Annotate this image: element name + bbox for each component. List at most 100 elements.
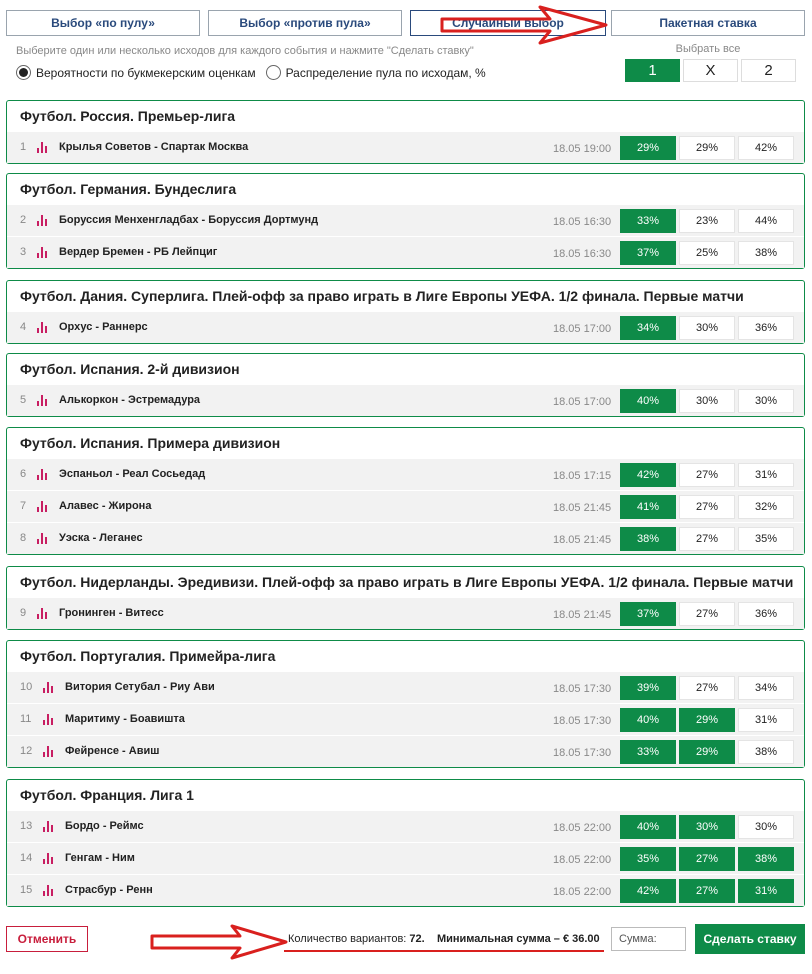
outcome-1-cell[interactable]: 42% [620, 463, 676, 487]
stats-icon[interactable] [43, 746, 55, 757]
radio-pool-distribution-label[interactable]: Распределение пула по исходам, % [286, 66, 486, 80]
outcome-1-cell[interactable]: 42% [620, 879, 676, 903]
outcome-2-cell[interactable]: 31% [738, 708, 794, 732]
outcome-1-cell[interactable]: 33% [620, 740, 676, 764]
event-number: 9 [20, 607, 27, 619]
radio-bookmaker[interactable] [16, 65, 31, 80]
outcome-1-cell[interactable]: 38% [620, 527, 676, 551]
outcome-1-cell[interactable]: 40% [620, 815, 676, 839]
cancel-button[interactable]: Отменить [6, 926, 88, 952]
outcome-1-cell[interactable]: 40% [620, 389, 676, 413]
outcome-x-cell[interactable]: 30% [679, 389, 735, 413]
outcome-x-cell[interactable]: 30% [679, 815, 735, 839]
stats-icon[interactable] [37, 215, 49, 226]
match-time: 18.05 16:30 [553, 248, 612, 260]
outcome-1-cell[interactable]: 41% [620, 495, 676, 519]
stats-icon[interactable] [37, 247, 49, 258]
stats-icon[interactable] [37, 608, 49, 619]
radio-pool-distribution[interactable] [265, 65, 281, 80]
outcome-x-cell[interactable]: 29% [679, 136, 735, 160]
sum-input[interactable] [611, 927, 686, 951]
outcome-2-cell[interactable]: 30% [738, 389, 794, 413]
stats-icon[interactable] [37, 395, 49, 406]
outcome-2-cell[interactable]: 32% [738, 495, 794, 519]
outcome-x-cell[interactable]: 23% [679, 209, 735, 233]
stats-icon[interactable] [43, 682, 55, 693]
stats-icon[interactable] [37, 533, 49, 544]
outcome-x-cell[interactable]: 27% [679, 495, 735, 519]
outcome-x-cell[interactable]: 27% [679, 847, 735, 871]
match-name: Крылья Советов - Спартак Москва [59, 141, 249, 153]
outcome-2-cell[interactable]: 30% [738, 815, 794, 839]
outcome-2-cell[interactable]: 44% [738, 209, 794, 233]
outcome-x-cell[interactable]: 30% [679, 316, 735, 340]
outcome-2-cell[interactable]: 35% [738, 527, 794, 551]
bet-summary: Количество вариантов: 72. Минимальная су… [288, 933, 600, 945]
match-name: Уэска - Леганес [59, 532, 143, 544]
match-time: 18.05 17:30 [553, 683, 612, 695]
match-name: Алавес - Жирона [59, 500, 152, 512]
outcome-1-cell[interactable]: 37% [620, 241, 676, 265]
league-title: Футбол. Германия. Бундеслига [20, 181, 237, 197]
outcome-x-cell[interactable]: 27% [679, 879, 735, 903]
league-section: Футбол. Дания. Суперлига. Плей-офф за пр… [6, 280, 805, 344]
outcome-x-cell[interactable]: 27% [679, 527, 735, 551]
stats-icon[interactable] [43, 714, 55, 725]
stats-icon[interactable] [37, 469, 49, 480]
league-section: Футбол. Испания. 2-й дивизион 5 Алькоркон … [6, 353, 805, 417]
match-name: Генгам - Ним [65, 852, 135, 864]
annotation-underline [284, 950, 604, 952]
outcome-x-cell[interactable]: 29% [679, 740, 735, 764]
outcome-x-cell[interactable]: 29% [679, 708, 735, 732]
tab-by-pool[interactable]: Выбор «по пулу» [6, 10, 200, 36]
select-all-1-button[interactable]: 1 [625, 59, 680, 82]
outcome-x-cell[interactable]: 27% [679, 602, 735, 626]
probability-mode-radios: Вероятности по букмекерским оценкам Расп… [16, 65, 496, 80]
match-name: Боруссия Менхенгладбах - Боруссия Дортму… [59, 214, 319, 226]
outcome-1-cell[interactable]: 40% [620, 708, 676, 732]
stats-icon[interactable] [37, 142, 49, 153]
outcome-2-cell[interactable]: 38% [738, 241, 794, 265]
event-number: 4 [20, 321, 27, 333]
select-all-x-button[interactable]: X [683, 59, 738, 82]
event-number: 10 [20, 681, 33, 693]
match-name: Эспаньол - Реал Сосьедад [59, 468, 206, 480]
outcome-1-cell[interactable]: 35% [620, 847, 676, 871]
outcome-2-cell[interactable]: 31% [738, 879, 794, 903]
outcome-1-cell[interactable]: 29% [620, 136, 676, 160]
outcome-2-cell[interactable]: 38% [738, 740, 794, 764]
event-number: 13 [20, 820, 33, 832]
outcome-1-cell[interactable]: 37% [620, 602, 676, 626]
outcome-2-cell[interactable]: 34% [738, 676, 794, 700]
match-name: Витория Сетубал - Риу Ави [65, 681, 215, 693]
outcome-1-cell[interactable]: 33% [620, 209, 676, 233]
stats-icon[interactable] [43, 821, 55, 832]
outcome-1-cell[interactable]: 34% [620, 316, 676, 340]
outcome-x-cell[interactable]: 27% [679, 676, 735, 700]
stats-icon[interactable] [37, 501, 49, 512]
event-row: 3 Вердер Бремен - РБ Лейпциг 18.05 16:30 37… [7, 236, 804, 268]
league-title: Футбол. Испания. 2-й дивизион [20, 361, 240, 377]
outcome-2-cell[interactable]: 31% [738, 463, 794, 487]
outcome-x-cell[interactable]: 25% [679, 241, 735, 265]
stats-icon[interactable] [43, 885, 55, 896]
outcome-2-cell[interactable]: 42% [738, 136, 794, 160]
variants-value: 72. [409, 933, 425, 945]
stats-icon[interactable] [37, 322, 49, 333]
stats-icon[interactable] [43, 853, 55, 864]
match-time: 18.05 17:00 [553, 396, 612, 408]
tab-package-bet[interactable]: Пакетная ставка [611, 10, 805, 36]
select-all-2-button[interactable]: 2 [741, 59, 796, 82]
event-number: 14 [20, 852, 33, 864]
outcome-1-cell[interactable]: 39% [620, 676, 676, 700]
radio-bookmaker-label[interactable]: Вероятности по букмекерским оценкам [36, 66, 256, 80]
match-time: 18.05 17:00 [553, 323, 612, 335]
outcome-2-cell[interactable]: 38% [738, 847, 794, 871]
match-name: Алькоркон - Эстремадура [59, 394, 201, 406]
outcome-2-cell[interactable]: 36% [738, 602, 794, 626]
tab-against-pool[interactable]: Выбор «против пула» [208, 10, 402, 36]
outcome-x-cell[interactable]: 27% [679, 463, 735, 487]
outcome-2-cell[interactable]: 36% [738, 316, 794, 340]
place-bet-button[interactable]: Сделать ставку [695, 924, 805, 954]
match-name: Орхус - Раннерс [59, 321, 148, 333]
